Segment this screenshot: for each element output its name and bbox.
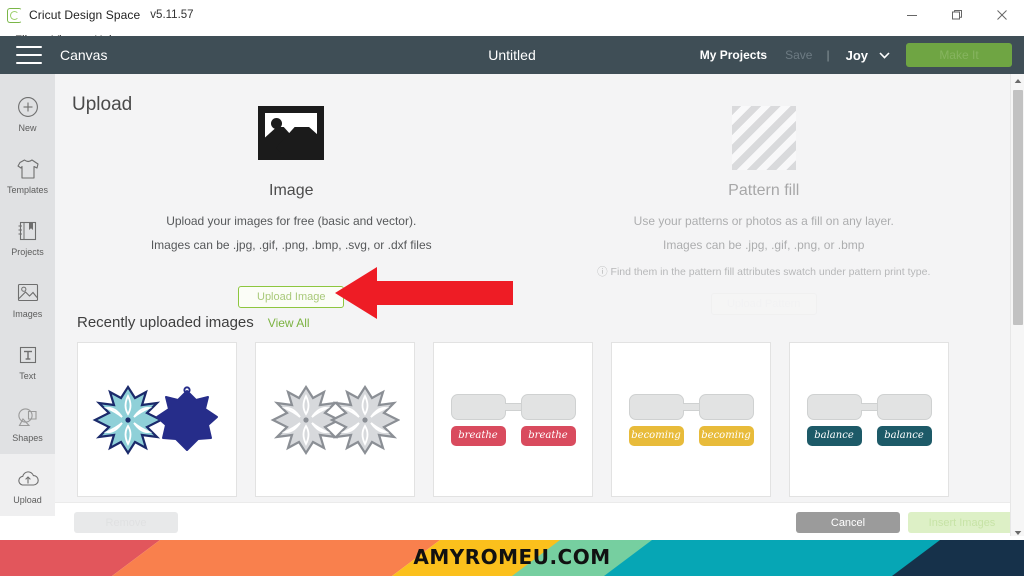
snowflake-pair-icon <box>92 384 218 455</box>
machine-selector-label[interactable]: Joy <box>836 48 872 63</box>
tag-pair-shape <box>628 393 754 420</box>
sidebar-item-projects[interactable]: Projects <box>0 206 55 268</box>
upload-pattern-button[interactable]: Upload Pattern <box>710 293 817 315</box>
thumbnail-tag-set-breathe[interactable]: breathe breathe <box>433 342 593 497</box>
image-desc-1: Upload your images for free (basic and v… <box>166 214 417 228</box>
app-window: Cricut Design Space v5.11.57 File Vie <box>0 0 1024 576</box>
image-desc-2: Images can be .jpg, .gif, .png, .bmp, .s… <box>150 238 432 252</box>
image-upload-column: Image Upload your images for free (basic… <box>55 106 528 315</box>
recent-header: Recently uploaded images View All <box>77 314 310 331</box>
insert-images-button[interactable]: Insert Images <box>908 512 1016 533</box>
upload-options: Image Upload your images for free (basic… <box>55 106 1000 315</box>
header-actions: My Projects Save | Joy Make It <box>690 36 1012 74</box>
header-separator: | <box>826 48 830 62</box>
remove-button[interactable]: Remove <box>74 512 178 533</box>
thumbnail-art <box>82 360 232 480</box>
sidebar-item-new[interactable]: New <box>0 82 55 144</box>
hamburger-icon[interactable] <box>16 46 42 64</box>
tshirt-icon <box>15 156 41 182</box>
word-chip: becoming <box>698 425 754 446</box>
recent-thumbnails: breathe breathe becoming becoming balanc… <box>77 342 949 497</box>
image-placeholder-icon <box>258 106 325 160</box>
sidebar-item-label: Projects <box>11 246 44 257</box>
thumbnail-snowflake-ornament-grey[interactable] <box>255 342 415 497</box>
sidebar-item-images[interactable]: Images <box>0 268 55 330</box>
my-projects-link[interactable]: My Projects <box>690 48 777 62</box>
window-controls <box>889 0 1024 30</box>
snowflake-pair-icon <box>270 384 400 455</box>
notebook-icon <box>15 218 41 244</box>
app-name: Cricut Design Space <box>29 8 141 22</box>
image-heading: Image <box>269 182 314 199</box>
canvas-label[interactable]: Canvas <box>60 47 107 63</box>
thumbnail-art <box>260 360 410 480</box>
os-title-bar: Cricut Design Space v5.11.57 <box>0 0 1024 30</box>
thumbnail-snowflake-ornament-blue[interactable] <box>77 342 237 497</box>
picture-icon <box>15 280 41 306</box>
sidebar-item-text[interactable]: Text <box>0 330 55 392</box>
pattern-fill-column: Pattern fill Use your patterns or photos… <box>528 106 1001 315</box>
cloud-upload-icon <box>15 466 41 492</box>
cancel-button[interactable]: Cancel <box>796 512 900 533</box>
thumbnail-tag-set-becoming[interactable]: becoming becoming <box>611 342 771 497</box>
sidebar-item-label: New <box>18 122 37 133</box>
thumbnail-art: balance balance <box>802 393 937 446</box>
tag-word-chips: breathe breathe <box>450 425 576 446</box>
sidebar-item-label: Text <box>19 370 36 381</box>
watermark-text: AMYROMEU.COM <box>413 545 611 569</box>
sidebar-item-templates[interactable]: Templates <box>0 144 55 206</box>
pattern-note-text: Find them in the pattern fill attributes… <box>610 266 931 278</box>
thumbnail-tag-set-balance[interactable]: balance balance <box>789 342 949 497</box>
diagonal-hatch-icon <box>731 106 796 170</box>
left-sidebar: New Templates Projects Images Text Shape… <box>0 74 55 516</box>
tag-word-chips: becoming becoming <box>628 425 754 446</box>
footer-watermark: AMYROMEU.COM <box>0 536 1024 576</box>
sidebar-item-upload[interactable]: Upload <box>0 454 55 516</box>
sidebar-item-label: Images <box>12 308 43 319</box>
word-chip: balance <box>876 425 932 446</box>
word-chip: breathe <box>450 425 506 446</box>
scroll-up-arrow-icon[interactable] <box>1011 74 1024 88</box>
word-chip: balance <box>806 425 862 446</box>
upload-panel: Upload Image Upload your images for free… <box>55 74 1010 502</box>
thumbnail-art: breathe breathe <box>446 393 581 446</box>
tag-word-chips: balance balance <box>806 425 932 446</box>
make-it-button[interactable]: Make It <box>906 43 1012 67</box>
word-chip: breathe <box>520 425 576 446</box>
cricut-logo-icon <box>7 7 22 23</box>
app-version: v5.11.57 <box>150 9 194 21</box>
word-chip: becoming <box>628 425 684 446</box>
sidebar-item-label: Upload <box>13 494 42 505</box>
sidebar-item-label: Templates <box>6 184 49 195</box>
app-header: Canvas Untitled My Projects Save | Joy M… <box>0 36 1024 74</box>
minimize-icon[interactable] <box>889 0 934 30</box>
sidebar-item-label: Shapes <box>12 432 43 443</box>
tag-pair-shape <box>806 393 932 420</box>
shapes-icon <box>15 404 41 430</box>
pattern-heading: Pattern fill <box>728 182 800 199</box>
text-t-icon <box>15 342 41 368</box>
scrollbar-thumb[interactable] <box>1013 90 1023 325</box>
pattern-desc-1: Use your patterns or photos as a fill on… <box>633 214 894 228</box>
vertical-scrollbar[interactable] <box>1010 74 1024 540</box>
chevron-down-icon[interactable] <box>879 51 890 59</box>
thumbnail-art: becoming becoming <box>624 393 759 446</box>
upload-image-button[interactable]: Upload Image <box>238 286 345 308</box>
recent-title: Recently uploaded images <box>77 314 254 331</box>
tag-pair-shape <box>450 393 576 420</box>
plus-circle-icon <box>15 94 41 120</box>
maximize-icon[interactable] <box>934 0 979 30</box>
pattern-desc-2: Images can be .jpg, .gif, .png, or .bmp <box>663 238 865 252</box>
info-icon: ⓘ <box>597 266 608 278</box>
close-icon[interactable] <box>979 0 1024 30</box>
pattern-note: ⓘ Find them in the pattern fill attribut… <box>597 264 930 279</box>
save-button[interactable]: Save <box>777 48 820 62</box>
dialog-action-bar: Remove Cancel Insert Images <box>55 502 1024 540</box>
view-all-link[interactable]: View All <box>268 316 310 330</box>
sidebar-item-shapes[interactable]: Shapes <box>0 392 55 454</box>
